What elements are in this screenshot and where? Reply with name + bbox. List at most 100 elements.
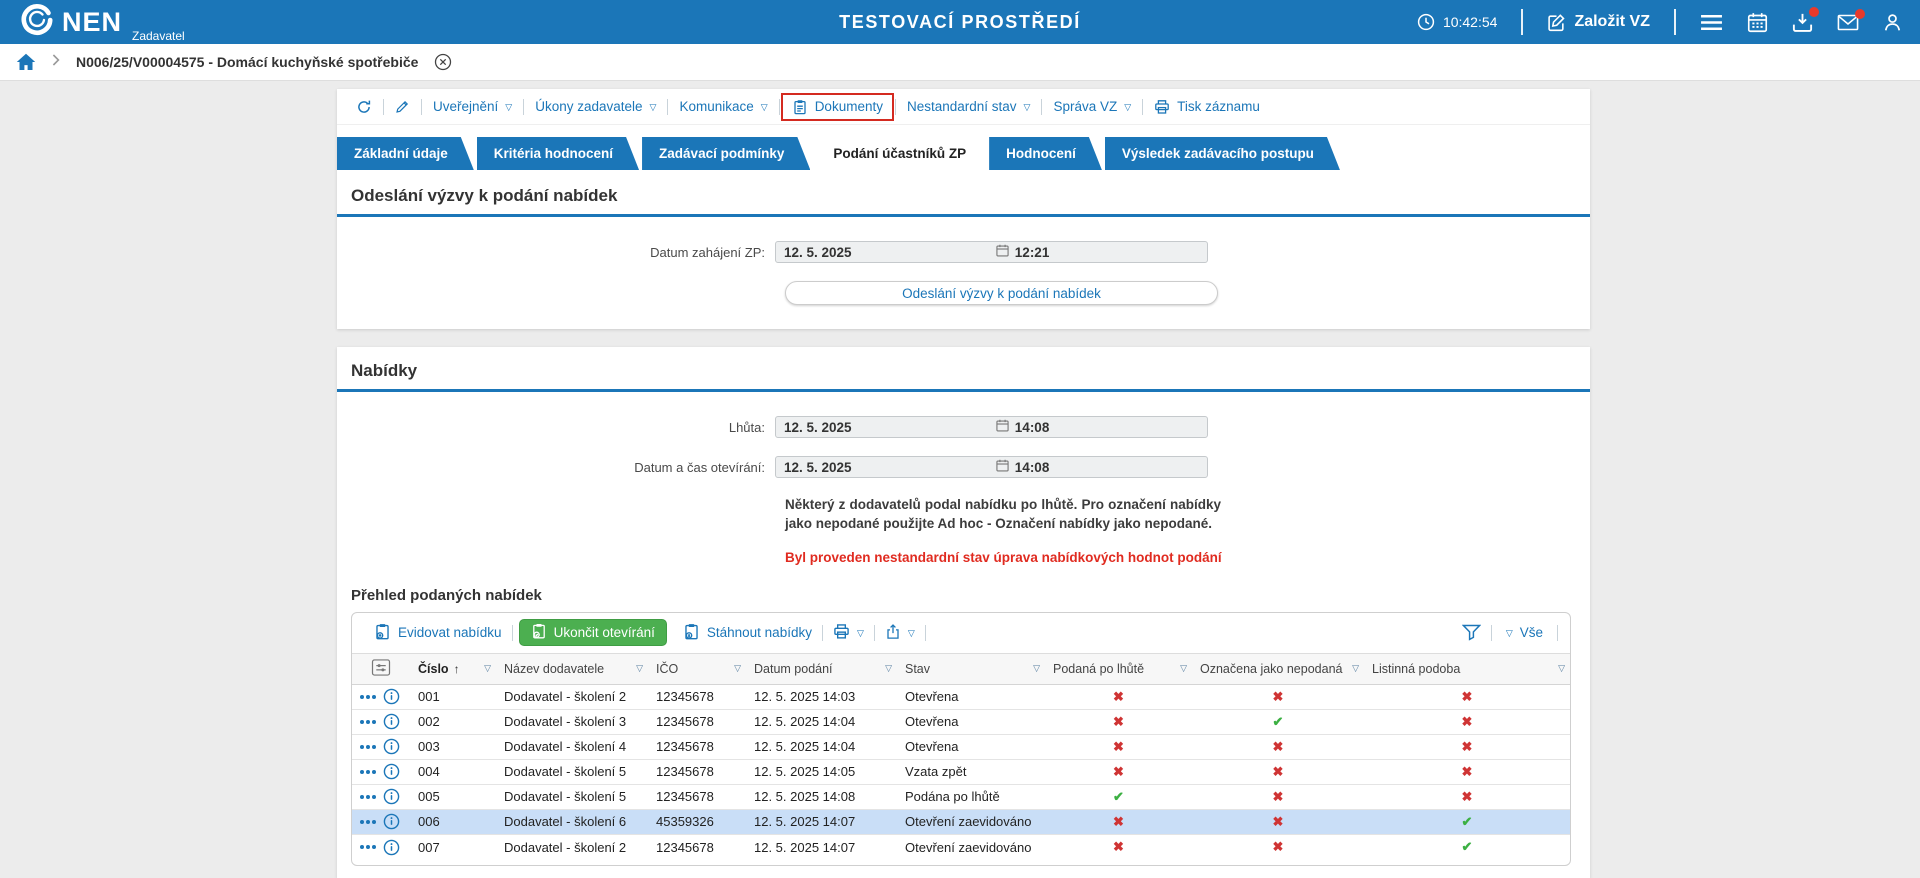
column-header-8[interactable]: Listinná podoba ▽ xyxy=(1364,653,1570,684)
table-row[interactable]: 007Dodavatel - školení 21234567812. 5. 2… xyxy=(352,834,1570,859)
toolbar-item-dokumenty[interactable]: Dokumenty xyxy=(781,93,894,121)
table-row[interactable]: 001Dodavatel - školení 21234567812. 5. 2… xyxy=(352,684,1570,709)
breadcrumb-item[interactable]: N006/25/V00004575 - Domácí kuchyňské spo… xyxy=(76,54,418,70)
column-header-1[interactable]: Číslo↑▽ xyxy=(410,653,496,684)
chevron-right-icon xyxy=(52,53,60,71)
toolbar-item-label: Správa VZ xyxy=(1053,99,1117,114)
tab-6[interactable]: Výsledek zadávacího postupu xyxy=(1105,137,1340,170)
toolbar-item-uverejneni[interactable]: Uveřejnění▽ xyxy=(422,99,523,114)
table-row[interactable]: 005Dodavatel - školení 51234567812. 5. 2… xyxy=(352,784,1570,809)
filter-preset-select[interactable]: ▽ Vše xyxy=(1502,625,1547,640)
calendar-small-icon xyxy=(996,244,1009,260)
toolbar-item-refresh[interactable] xyxy=(345,99,383,115)
user-profile-icon[interactable] xyxy=(1883,13,1902,32)
row-info-icon[interactable] xyxy=(383,763,400,780)
clipboard-download-icon xyxy=(683,623,700,643)
row-actions-icon[interactable] xyxy=(360,695,376,699)
header-divider xyxy=(1674,9,1676,35)
close-tab-icon[interactable] xyxy=(434,53,452,71)
server-time: 10:42:54 xyxy=(1417,13,1498,31)
home-icon[interactable] xyxy=(16,53,36,71)
toolbar-item-ukony-zadavatele[interactable]: Úkony zadavatele▽ xyxy=(524,99,667,114)
cell-oznacena-nepodana-cross-icon: ✖ xyxy=(1192,734,1364,759)
toolbar-item-sprava-vz[interactable]: Správa VZ ▽ xyxy=(1042,99,1142,114)
dropdown-arrow-icon: ▽ xyxy=(505,102,512,113)
column-filter-icon[interactable]: ▽ xyxy=(1558,663,1565,674)
invitation-card: Uveřejnění▽Úkony zadavatele▽Komunikace▽D… xyxy=(337,89,1590,329)
tab-2[interactable]: Kritéria hodnocení xyxy=(477,137,639,170)
opening-field[interactable]: 12. 5. 2025 14:08 xyxy=(775,456,1208,478)
column-header-5[interactable]: Stav▽ xyxy=(897,653,1045,684)
row-info-icon[interactable] xyxy=(383,839,400,856)
record-tabs: Základní údajeKritéria hodnoceníZadávací… xyxy=(337,137,1590,170)
download-offers-button[interactable]: Stáhnout nabídky xyxy=(673,623,822,643)
column-filter-icon[interactable]: ▽ xyxy=(1352,663,1359,674)
form-row-opening: Datum a čas otevírání: 12. 5. 2025 14:08 xyxy=(337,456,1590,478)
filter-icon[interactable] xyxy=(1462,624,1481,641)
section-title-invitation: Odeslání výzvy k podání nabídek xyxy=(337,174,1590,217)
register-offer-button[interactable]: Evidovat nabídku xyxy=(364,623,512,643)
row-actions-icon[interactable] xyxy=(360,820,376,824)
row-actions-icon[interactable] xyxy=(360,720,376,724)
calendar-icon[interactable] xyxy=(1747,12,1768,33)
column-header-3[interactable]: IČO ▽ xyxy=(648,653,746,684)
cell-oznacena-nepodana-cross-icon: ✖ xyxy=(1192,834,1364,859)
table-row[interactable]: 002Dodavatel - školení 31234567812. 5. 2… xyxy=(352,709,1570,734)
create-vz-button[interactable]: Založit VZ xyxy=(1547,13,1650,32)
print-grid-button[interactable]: ▽ xyxy=(823,623,874,643)
start-date-field[interactable]: 12. 5. 2025 12:21 xyxy=(775,241,1208,263)
column-settings-icon[interactable] xyxy=(352,653,410,684)
column-header-4[interactable]: Datum podání▽ xyxy=(746,653,897,684)
column-label: IČO xyxy=(656,662,678,676)
tab-5[interactable]: Hodnocení xyxy=(989,137,1102,170)
clipboard-check-icon xyxy=(531,623,547,642)
row-info-icon[interactable] xyxy=(383,713,400,730)
cell-stav: Otevření zaevidováno xyxy=(897,834,1045,859)
column-label: Listinná podoba xyxy=(1372,662,1460,676)
column-filter-icon[interactable]: ▽ xyxy=(885,663,892,674)
column-filter-icon[interactable]: ▽ xyxy=(484,663,491,674)
column-header-2[interactable]: Název dodavatele▽ xyxy=(496,653,648,684)
toolbar-item-edit[interactable] xyxy=(384,99,421,114)
export-grid-button[interactable]: ▽ xyxy=(875,623,925,643)
filter-preset-label: Vše xyxy=(1520,625,1543,640)
tab-3[interactable]: Zadávací podmínky xyxy=(642,137,810,170)
dropdown-arrow-icon: ▽ xyxy=(1124,102,1131,113)
tab-4[interactable]: Podání účastníků ZP xyxy=(813,137,986,170)
messages-icon[interactable] xyxy=(1837,14,1859,31)
column-filter-icon[interactable]: ▽ xyxy=(636,663,643,674)
toolbar-divider xyxy=(779,99,780,115)
column-filter-icon[interactable]: ▽ xyxy=(734,663,741,674)
nen-logo[interactable]: NEN Zadavatel xyxy=(20,3,122,42)
toolbar-item-nestandardni-stav[interactable]: Nestandardní stav▽ xyxy=(896,99,1041,114)
cell-stav: Otevření zaevidováno xyxy=(897,809,1045,834)
row-info-icon[interactable] xyxy=(383,788,400,805)
column-filter-icon[interactable]: ▽ xyxy=(1033,663,1040,674)
send-invitation-button[interactable]: Odeslání výzvy k podání nabídek xyxy=(785,281,1218,305)
row-actions-icon[interactable] xyxy=(360,845,376,849)
downloads-icon[interactable] xyxy=(1792,12,1813,33)
document-icon xyxy=(792,99,808,115)
table-row[interactable]: 003Dodavatel - školení 41234567812. 5. 2… xyxy=(352,734,1570,759)
menu-icon[interactable] xyxy=(1700,14,1723,31)
calendar-small-icon xyxy=(996,459,1009,475)
row-actions-icon[interactable] xyxy=(360,745,376,749)
row-info-icon[interactable] xyxy=(383,688,400,705)
toolbar-item-komunikace[interactable]: Komunikace▽ xyxy=(668,99,778,114)
column-filter-icon[interactable]: ▽ xyxy=(1180,663,1187,674)
tab-1[interactable]: Základní údaje xyxy=(337,137,474,170)
table-row[interactable]: 006Dodavatel - školení 64535932612. 5. 2… xyxy=(352,809,1570,834)
row-actions-icon[interactable] xyxy=(360,770,376,774)
row-info-icon[interactable] xyxy=(383,738,400,755)
finish-opening-button[interactable]: Ukončit otevírání xyxy=(519,619,667,646)
deadline-field[interactable]: 12. 5. 2025 14:08 xyxy=(775,416,1208,438)
column-header-7[interactable]: Označena jako nepodaná▽ xyxy=(1192,653,1364,684)
table-row[interactable]: 004Dodavatel - školení 51234567812. 5. 2… xyxy=(352,759,1570,784)
row-info-icon[interactable] xyxy=(383,813,400,830)
row-actions-icon[interactable] xyxy=(360,795,376,799)
finish-opening-label: Ukončit otevírání xyxy=(554,625,655,640)
downloads-badge xyxy=(1809,7,1819,17)
column-header-6[interactable]: Podaná po lhůtě▽ xyxy=(1045,653,1192,684)
toolbar-item-tisk-zaznamu[interactable]: Tisk záznamu xyxy=(1143,99,1271,115)
printer-icon xyxy=(833,623,850,643)
